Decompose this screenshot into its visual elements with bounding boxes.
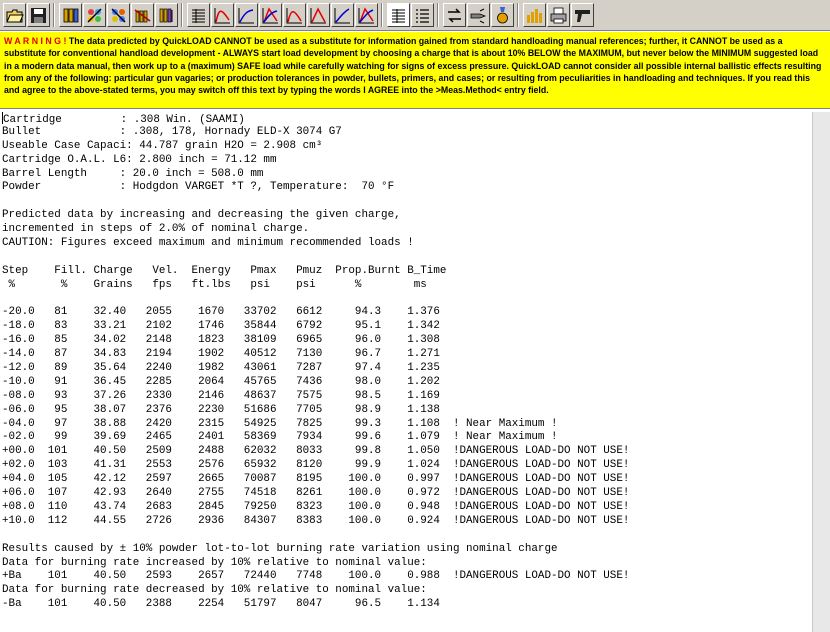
warning-banner: W A R N I N G ! The data predicted by Qu…	[0, 32, 830, 109]
pressure-time-chart-icon[interactable]	[283, 3, 306, 27]
data-table-icon[interactable]	[187, 3, 210, 27]
travel-chart-icon[interactable]	[331, 3, 354, 27]
transfer-icon[interactable]	[443, 3, 466, 27]
report-text-area[interactable]: Cartridge : .308 Win. (SAAMI) Bullet : .3…	[0, 112, 812, 632]
report-table-icon[interactable]	[387, 3, 410, 27]
bullet-icon[interactable]	[467, 3, 490, 27]
report-line: +10.0 112 44.55 2726 2936 84307 8383 100…	[2, 514, 630, 527]
report-line: -10.0 91 36.45 2285 2064 45765 7436 98.0…	[2, 375, 440, 388]
toolbar	[0, 0, 830, 31]
energy-chart-icon[interactable]	[259, 3, 282, 27]
report-line: -04.0 97 38.88 2420 2315 54925 7825 99.3…	[2, 417, 558, 430]
rifle-cartridge-icon[interactable]	[131, 3, 154, 27]
cartridge-list-icon[interactable]	[155, 3, 178, 27]
cartridge-icon[interactable]	[59, 3, 82, 27]
report-line: Bullet : .308, 178, Hornady ELD-X 3074 G…	[2, 125, 342, 138]
report-line: -02.0 99 39.69 2465 2401 58369 7934 99.6…	[2, 431, 558, 444]
cartridge-propellant-icon[interactable]	[107, 3, 130, 27]
print-icon[interactable]	[547, 3, 570, 27]
open-folder-icon[interactable]	[3, 3, 26, 27]
report-line: Cartridge O.A.L. L6: 2.800 inch = 71.12 …	[2, 153, 277, 166]
report-line: Results caused by ± 10% powder lot-to-lo…	[2, 542, 558, 555]
report-line: % % Grains fps ft.lbs psi psi % ms	[2, 278, 427, 291]
vertical-scrollbar[interactable]	[812, 112, 830, 632]
report-line: +04.0 105 42.12 2597 2665 70087 8195 100…	[2, 473, 630, 486]
report-line: -20.0 81 32.40 2055 1670 33702 6612 94.3…	[2, 306, 440, 319]
text-caret	[2, 112, 3, 124]
report-line: +Ba 101 40.50 2593 2657 72440 7748 100.0…	[2, 570, 630, 583]
velocity-chart-icon[interactable]	[235, 3, 258, 27]
report-line	[2, 251, 812, 265]
report-line: incremented in steps of 2.0% of nominal …	[2, 223, 310, 236]
report-list-icon[interactable]	[411, 3, 434, 27]
report-line	[2, 529, 812, 543]
report-line: +08.0 110 43.74 2683 2845 79250 8323 100…	[2, 500, 630, 513]
bar-graph-icon[interactable]	[523, 3, 546, 27]
report-line: +02.0 103 41.31 2553 2576 65932 8120 99.…	[2, 459, 630, 472]
report-line: -08.0 93 37.26 2330 2146 48637 7575 98.5…	[2, 389, 440, 402]
report-line: -06.0 95 38.07 2376 2230 51686 7705 98.9…	[2, 403, 440, 416]
report-line: -16.0 85 34.02 2148 1823 38109 6965 96.0…	[2, 334, 440, 347]
report-line: Data for burning rate increased by 10% r…	[2, 556, 427, 569]
report-line: Cartridge : .308 Win. (SAAMI)	[2, 112, 245, 126]
burn-chart-icon[interactable]	[307, 3, 330, 27]
report-line: Useable Case Capaci: 44.787 grain H2O = …	[2, 139, 323, 152]
propellant-icon[interactable]	[83, 3, 106, 27]
combined-chart-icon[interactable]	[355, 3, 378, 27]
report-line	[2, 195, 812, 209]
report-line	[2, 293, 812, 307]
report-line: Barrel Length : 20.0 inch = 508.0 mm	[2, 167, 264, 180]
report-line: Step Fill. Charge Vel. Energy Pmax Pmuz …	[2, 264, 447, 277]
report-line: -14.0 87 34.83 2194 1902 40512 7130 96.7…	[2, 348, 440, 361]
report-line: -Ba 101 40.50 2388 2254 51797 8047 96.5 …	[2, 598, 440, 611]
warning-text: The data predicted by QuickLOAD CANNOT b…	[4, 36, 822, 96]
report-line: Data for burning rate decreased by 10% r…	[2, 584, 427, 597]
pressure-chart-icon[interactable]	[211, 3, 234, 27]
report-line: -18.0 83 33.21 2102 1746 35844 6792 95.1…	[2, 320, 440, 333]
report-line: Powder : Hodgdon VARGET *T ?, Temperatur…	[2, 181, 395, 194]
pistol-icon[interactable]	[571, 3, 594, 27]
report-line: Predicted data by increasing and decreas…	[2, 209, 401, 222]
medal-icon[interactable]	[491, 3, 514, 27]
save-disk-icon[interactable]	[27, 3, 50, 27]
warning-title: W A R N I N G !	[4, 36, 67, 46]
report-line: -12.0 89 35.64 2240 1982 43061 7287 97.4…	[2, 362, 440, 375]
report-line: CAUTION: Figures exceed maximum and mini…	[2, 237, 414, 250]
report-line: +06.0 107 42.93 2640 2755 74518 8261 100…	[2, 487, 630, 500]
report-line: +00.0 101 40.50 2509 2488 62032 8033 99.…	[2, 445, 630, 458]
